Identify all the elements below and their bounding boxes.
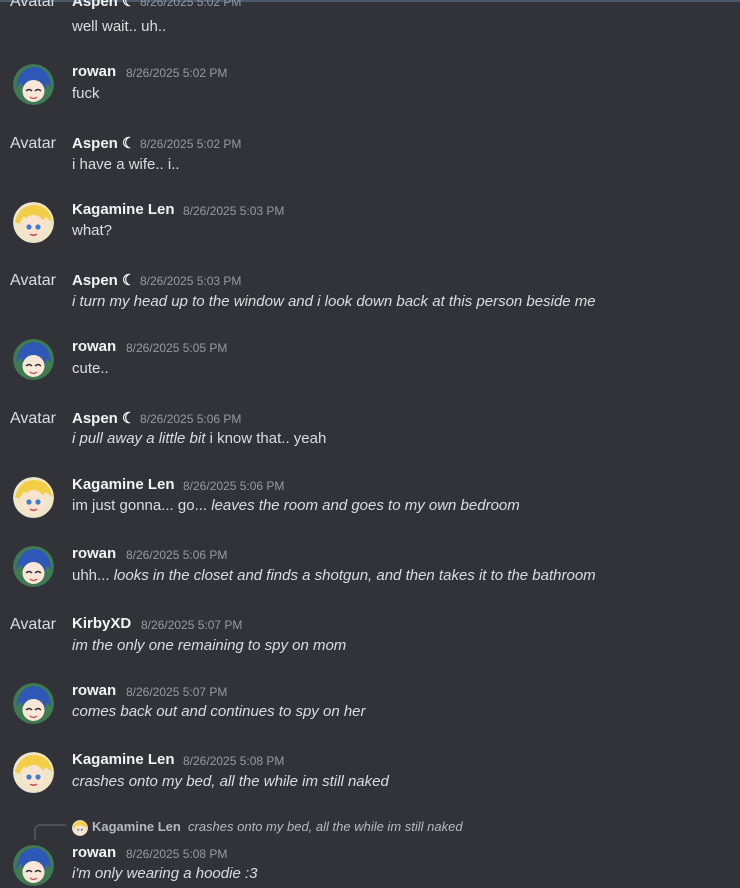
- reply-connector: [34, 824, 66, 840]
- avatar[interactable]: [13, 64, 54, 105]
- action-text: looks in the closet and finds a shotgun,…: [113, 567, 596, 584]
- avatar-alt-text[interactable]: Avatar: [10, 0, 56, 11]
- reply-avatar[interactable]: [72, 820, 88, 836]
- username[interactable]: rowan: [72, 338, 116, 355]
- username[interactable]: Aspen ☾: [72, 0, 135, 10]
- message-text: well wait.. uh..: [72, 18, 167, 35]
- reply-preview[interactable]: crashes onto my bed, all the while im st…: [188, 819, 463, 834]
- username[interactable]: rowan: [72, 844, 116, 861]
- username[interactable]: Aspen ☾: [72, 409, 135, 427]
- avatar[interactable]: [13, 752, 54, 793]
- message-content: im the only one remaining to spy on mom: [72, 637, 346, 654]
- avatar-alt-text[interactable]: Avatar: [10, 135, 56, 153]
- message-content: what?: [72, 222, 112, 239]
- username[interactable]: Kagamine Len: [72, 751, 175, 768]
- avatar[interactable]: [13, 546, 54, 587]
- avatar[interactable]: [13, 845, 54, 886]
- timestamp[interactable]: 8/26/2025 5:05 PM: [126, 341, 227, 355]
- message-content: i turn my head up to the window and i lo…: [72, 293, 596, 310]
- message-content: i'm only wearing a hoodie :3: [72, 865, 257, 882]
- action-text: im the only one remaining to spy on mom: [72, 637, 347, 654]
- avatar[interactable]: [13, 339, 54, 380]
- avatar[interactable]: [13, 202, 54, 243]
- username[interactable]: KirbyXD: [72, 615, 131, 632]
- message-content: i have a wife.. i..: [72, 156, 180, 173]
- action-text: crashes onto my bed, all the while im st…: [72, 773, 389, 790]
- username[interactable]: rowan: [72, 545, 116, 562]
- avatar-alt-text[interactable]: Avatar: [10, 616, 56, 634]
- message-content: comes back out and continues to spy on h…: [72, 703, 366, 720]
- avatar[interactable]: [13, 477, 54, 518]
- action-text: comes back out and continues to spy on h…: [72, 703, 366, 720]
- timestamp[interactable]: 8/26/2025 5:07 PM: [141, 618, 242, 632]
- username[interactable]: Aspen ☾: [72, 271, 135, 289]
- timestamp[interactable]: 8/26/2025 5:07 PM: [126, 685, 227, 699]
- action-text: i pull away a little bit: [72, 430, 206, 447]
- message-text: uhh...: [72, 567, 114, 584]
- timestamp[interactable]: 8/26/2025 5:08 PM: [183, 754, 284, 768]
- timestamp[interactable]: 8/26/2025 5:02 PM: [126, 66, 227, 80]
- timestamp[interactable]: 8/26/2025 5:06 PM: [126, 548, 227, 562]
- username[interactable]: Kagamine Len: [72, 476, 175, 493]
- timestamp[interactable]: 8/26/2025 5:02 PM: [140, 0, 241, 9]
- timestamp[interactable]: 8/26/2025 5:03 PM: [140, 274, 241, 288]
- avatar-alt-text[interactable]: Avatar: [10, 410, 56, 428]
- message-text: i have a wife.. i..: [72, 156, 180, 173]
- timestamp[interactable]: 8/26/2025 5:03 PM: [183, 204, 284, 218]
- username[interactable]: rowan: [72, 63, 116, 80]
- username[interactable]: Kagamine Len: [72, 201, 175, 218]
- username[interactable]: rowan: [72, 682, 116, 699]
- action-text: i turn my head up to the window and i lo…: [72, 293, 596, 310]
- timestamp[interactable]: 8/26/2025 5:02 PM: [140, 137, 241, 151]
- message-text: cute..: [72, 360, 109, 377]
- message-content: im just gonna... go... leaves the room a…: [72, 497, 520, 514]
- message-content: uhh... looks in the closet and finds a s…: [72, 567, 596, 584]
- avatar[interactable]: [13, 683, 54, 724]
- timestamp[interactable]: 8/26/2025 5:06 PM: [140, 412, 241, 426]
- reply-author[interactable]: Kagamine Len: [92, 819, 181, 834]
- message-text: fuck: [72, 85, 100, 102]
- message-content: cute..: [72, 360, 109, 377]
- message-text: i know that.. yeah: [205, 430, 327, 447]
- avatar-alt-text[interactable]: Avatar: [10, 272, 56, 290]
- action-text: leaves the room and goes to my own bedro…: [211, 497, 520, 514]
- message-content: crashes onto my bed, all the while im st…: [72, 773, 389, 790]
- timestamp[interactable]: 8/26/2025 5:08 PM: [126, 847, 227, 861]
- action-text: i'm only wearing a hoodie :3: [72, 865, 258, 882]
- timestamp[interactable]: 8/26/2025 5:06 PM: [183, 479, 284, 493]
- username[interactable]: Aspen ☾: [72, 134, 135, 152]
- message-content: well wait.. uh..: [72, 18, 166, 35]
- message-content: fuck: [72, 85, 100, 102]
- message-text: what?: [72, 222, 113, 239]
- message-content: i pull away a little bit i know that.. y…: [72, 430, 326, 447]
- message-text: im just gonna... go...: [72, 497, 212, 514]
